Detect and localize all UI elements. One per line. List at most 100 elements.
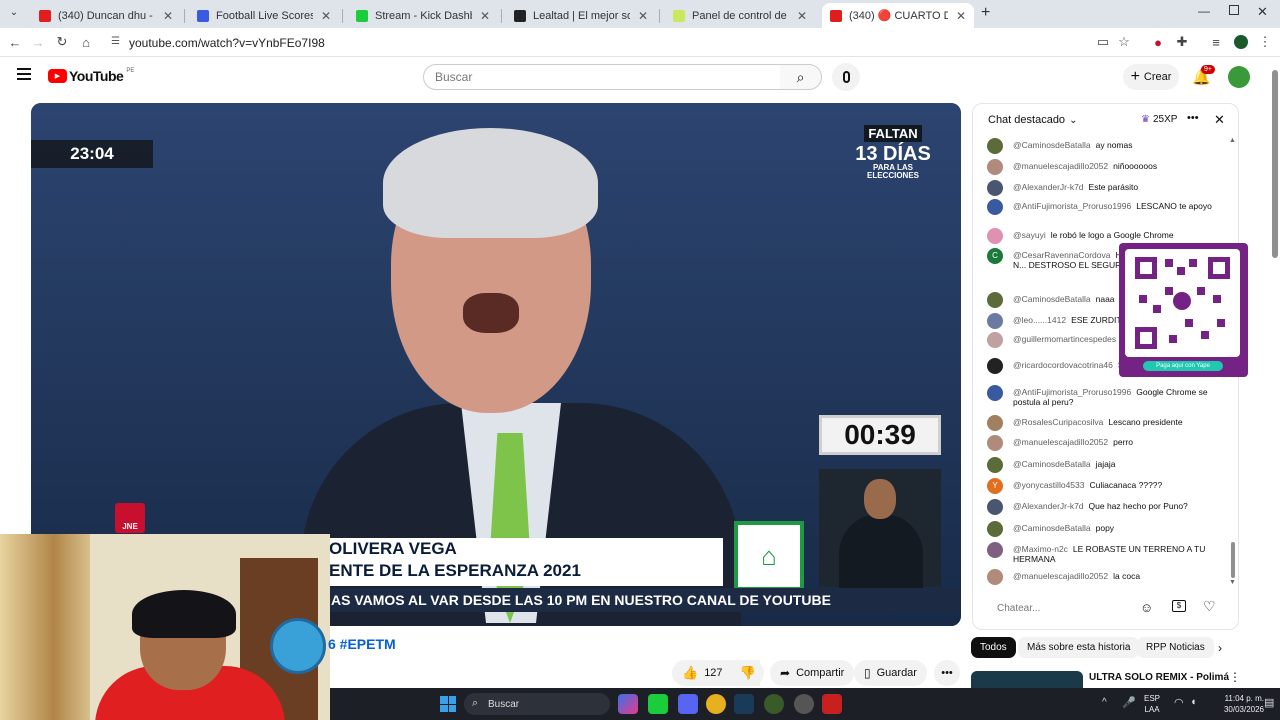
super-chat-icon[interactable]: $ (1172, 600, 1186, 612)
video-title-tags[interactable]: 6 #EPETM (328, 636, 396, 652)
tab-close-icon[interactable]: ✕ (478, 9, 492, 23)
taskbar-search[interactable]: ⌕ Buscar (464, 693, 610, 715)
chat-text: le robó le logo a Google Chrome (1050, 230, 1174, 240)
chat-message[interactable]: @manuelescajadillo2052 perro (987, 435, 1217, 451)
chat-message[interactable]: @AlexanderJr-k7d Que haz hecho por Puno? (987, 499, 1217, 515)
tray-chevron-icon[interactable]: ^ (1102, 697, 1107, 708)
chat-message[interactable]: Y @yonycastillo4533 Culiacanaca ????? (987, 478, 1217, 494)
back-icon[interactable]: ← (5, 32, 25, 52)
chat-message[interactable]: @AlexanderJr-k7d Este parásito (987, 180, 1217, 196)
chip-rpp[interactable]: RPP Noticias (1137, 637, 1214, 658)
chat-title: Chat destacado (988, 114, 1066, 126)
tab-close-icon[interactable]: ✕ (161, 9, 175, 23)
chat-message[interactable]: @Maximo-n2c LE ROBASTE UN TERRENO A TU HE… (987, 542, 1217, 564)
site-info-icon[interactable]: ☰ (111, 36, 120, 47)
hamburger-menu-icon[interactable] (17, 68, 31, 80)
account-avatar[interactable] (1228, 66, 1250, 88)
app-icon-6[interactable] (764, 694, 784, 714)
search-input[interactable]: Buscar (423, 64, 781, 90)
tab-close-icon[interactable]: ✕ (319, 9, 333, 23)
save-button[interactable]: ▯ Guardar (854, 660, 927, 686)
youtube-logo[interactable]: ▶ YouTube PE (48, 68, 134, 84)
related-video-thumbnail[interactable] (971, 671, 1083, 688)
chat-message[interactable]: @CaminosdeBatalla popy (987, 521, 1217, 537)
chat-close-icon[interactable]: ✕ (1214, 112, 1225, 128)
browser-tab[interactable]: (340) 🔴 CUARTO DÍA DEL ✕ (822, 3, 974, 28)
related-video-title[interactable]: ULTRA SOLO REMIX - Polimá (1089, 672, 1229, 683)
chat-scrollbar[interactable] (1231, 542, 1235, 578)
search-button[interactable]: ⌕ (780, 64, 822, 90)
extensions-puzzle-icon[interactable]: ✚ (1172, 32, 1192, 52)
tab-search-icon[interactable]: ≡ (1206, 32, 1226, 52)
minimize-button[interactable]: — (1198, 4, 1210, 18)
chat-message[interactable]: @manuelescajadillo2052 niñoooooos (987, 159, 1217, 175)
browser-menu-icon[interactable]: ⋮ (1255, 32, 1275, 52)
start-button[interactable] (440, 696, 456, 712)
chip-all[interactable]: Todos (971, 637, 1016, 658)
app-icon-8[interactable] (822, 694, 842, 714)
maximize-button[interactable] (1229, 5, 1239, 15)
new-tab-button[interactable]: + (981, 4, 997, 22)
kick-app-icon[interactable] (648, 694, 668, 714)
chat-message[interactable]: @AntiFujimorista_Proruso1996 LESCANO te a… (987, 199, 1217, 215)
tab-title: (340) Duncan dhu - A tientas (l (58, 9, 155, 22)
chat-text: Que haz hecho por Puno? (1088, 501, 1188, 511)
chat-avatar (987, 180, 1003, 196)
browser-tab[interactable]: Panel de control de KickBot ✕ (665, 3, 815, 28)
scroll-up-icon[interactable]: ▲ (1229, 137, 1236, 144)
browser-tab[interactable]: (340) Duncan dhu - A tientas (l ✕ (31, 3, 181, 28)
chat-message[interactable]: @CaminosdeBatalla ay nomas (987, 138, 1217, 154)
chat-message[interactable]: @sayuyi le robó le logo a Google Chrome (987, 228, 1217, 244)
page-scrollbar[interactable] (1272, 70, 1278, 258)
discord-app-icon[interactable] (678, 694, 698, 714)
mic-tray-icon[interactable]: 🎤 (1122, 696, 1136, 709)
app-icon-7[interactable] (794, 694, 814, 714)
related-more-icon[interactable]: ⋮ (1229, 670, 1241, 684)
tab-close-icon[interactable]: ✕ (954, 9, 968, 23)
voice-search-button[interactable] (832, 63, 860, 91)
reload-icon[interactable]: ↻ (52, 32, 72, 52)
wifi-icon[interactable]: ◠ (1174, 696, 1184, 709)
volume-icon[interactable]: ◖ (1190, 696, 1197, 708)
bookmark-star-icon[interactable]: ☆ (1114, 32, 1134, 52)
browser-tab[interactable]: Football Live Scores, Fixtures & ✕ (189, 3, 339, 28)
address-bar[interactable]: ☰ youtube.com/watch?v=vYnbFEo7I98 (103, 31, 1143, 54)
more-actions-button[interactable]: ••• (934, 660, 960, 686)
language-indicator[interactable]: ESP LAA (1144, 693, 1160, 715)
tab-list-chevron-icon[interactable]: ⌄ (7, 7, 21, 21)
clock[interactable]: 11:04 p. m. 30/03/2026 (1212, 693, 1264, 715)
create-button[interactable]: + Crear (1123, 64, 1179, 90)
tab-close-icon[interactable]: ✕ (636, 9, 650, 23)
chat-message[interactable]: @manuelescajadillo2052 la coca (987, 569, 1217, 585)
install-app-icon[interactable]: ▭ (1093, 32, 1113, 52)
chip-more-story[interactable]: Más sobre esta historia (1018, 637, 1140, 658)
extension-icon[interactable]: ● (1148, 32, 1168, 52)
browser-tab[interactable]: Stream - Kick Dashboard ✕ (348, 3, 498, 28)
xp-badge[interactable]: ♛ 25XP (1141, 114, 1177, 125)
chat-mode-dropdown[interactable]: Chat destacado ⌄ (988, 114, 1077, 126)
browser-tab[interactable]: Lealtad | El mejor software para ✕ (506, 3, 656, 28)
chips-next-icon[interactable]: › (1218, 641, 1222, 655)
forward-icon[interactable]: → (28, 32, 48, 52)
notification-center-icon[interactable]: ▤ (1264, 696, 1274, 709)
dislike-button[interactable]: 👎 (732, 660, 764, 686)
chat-input[interactable]: Chatear... (987, 596, 1137, 620)
close-window-button[interactable]: ✕ (1257, 4, 1268, 20)
chrome-app-icon[interactable] (706, 694, 726, 714)
emoji-icon[interactable]: ☺ (1140, 600, 1153, 615)
crown-icon: ♛ (1141, 114, 1150, 125)
chat-text: ay nomas (1095, 140, 1133, 150)
home-icon[interactable]: ⌂ (76, 32, 96, 52)
notifications-button[interactable]: 🔔 9+ (1192, 65, 1215, 88)
copilot-app-icon[interactable] (618, 694, 638, 714)
tab-close-icon[interactable]: ✕ (795, 9, 809, 23)
chat-more-icon[interactable]: ••• (1187, 112, 1199, 124)
share-button[interactable]: ➦ Compartir (770, 660, 855, 686)
scroll-down-icon[interactable]: ▼ (1229, 579, 1236, 586)
chat-message[interactable]: @AntiFujimorista_Proruso1996 Google Chrom… (987, 385, 1217, 407)
heart-icon[interactable]: ♡ (1203, 598, 1216, 615)
profile-avatar[interactable] (1231, 32, 1251, 52)
chat-message[interactable]: @RosalesCuripacosilva Lescano presidente (987, 415, 1217, 431)
steam-app-icon[interactable] (734, 694, 754, 714)
chat-message[interactable]: @CaminosdeBatalla jajaja (987, 457, 1217, 473)
